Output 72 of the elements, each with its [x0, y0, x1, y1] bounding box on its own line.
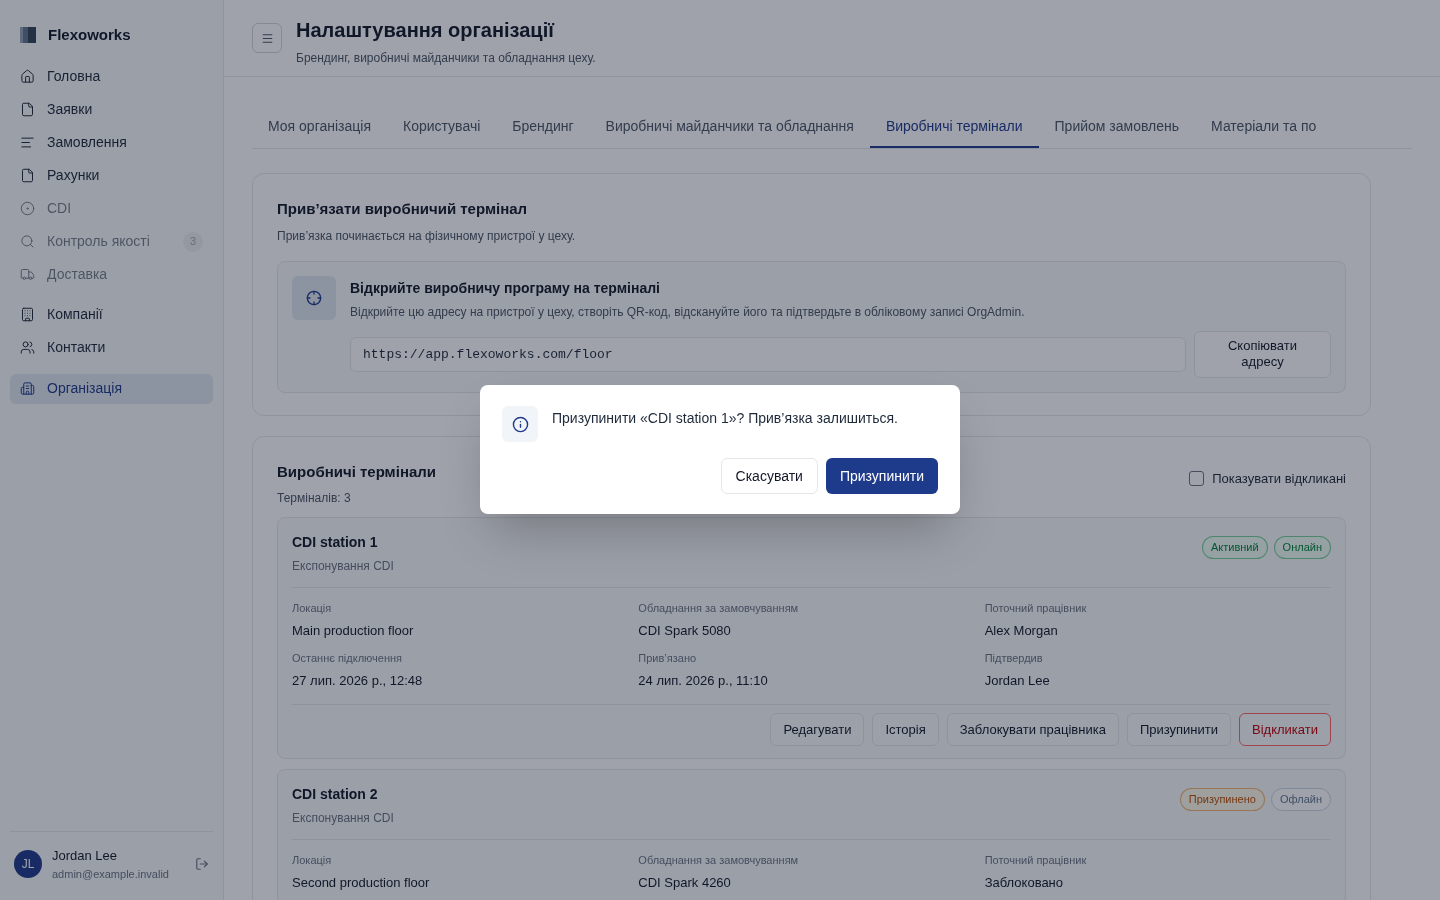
- terminal-type: Експонування CDI: [292, 558, 394, 575]
- url-field[interactable]: https://app.flexoworks.com/floor: [350, 336, 1186, 372]
- section-title: Прив’язати виробничий термінал: [277, 199, 529, 219]
- target-icon: [292, 275, 336, 320]
- field-value: CDI Spark 4260: [638, 873, 732, 892]
- dialog-button[interactable]: Скасувати: [720, 458, 818, 494]
- logo-icon: [20, 27, 36, 44]
- field-value: Second production floor: [292, 873, 431, 892]
- field-label: Обладнання за замовчуванням: [638, 601, 800, 616]
- terminal-count: Терміналів: 3: [277, 490, 352, 507]
- user-avatar: JL: [14, 850, 42, 878]
- brand-name: Flexoworks: [48, 25, 131, 45]
- field-value: Jordan Lee: [984, 671, 1051, 690]
- field-value: 27 лип. 2026 р., 12:48: [292, 671, 424, 690]
- dialog-message: Призупинити «CDI station 1»? Прив’язка залишиться.: [552, 409, 898, 428]
- field-label: Обладнання за замовчуванням: [638, 853, 800, 868]
- field-label: Підтвердив: [984, 651, 1044, 666]
- logout-icon[interactable]: [195, 857, 209, 871]
- document-icon: [20, 102, 35, 117]
- page-title: Налаштування організації: [296, 18, 556, 43]
- field-label: Поточний працівник: [984, 853, 1088, 868]
- status-badge: Активний: [1201, 536, 1268, 559]
- sidebar-item[interactable]: Організація: [10, 373, 213, 404]
- field-label: Останнє підключення: [292, 651, 404, 666]
- tab[interactable]: Виробничі майданчики та обладнання: [589, 107, 870, 148]
- tab[interactable]: Користувачі: [387, 107, 497, 148]
- section-subtitle: Прив’язка починається на фізичному пристрої у цеху.: [277, 227, 577, 245]
- instruction-text: Відкрийте цю адресу на пристрої у цеху, створіть QR-код, відскануйте його та підтвердьте в обліковому записі OrgAdmin.: [350, 303, 1026, 321]
- menu-button[interactable]: [252, 23, 282, 53]
- tab[interactable]: Брендинг: [496, 107, 590, 148]
- field-value: CDI Spark 5080: [638, 621, 732, 640]
- terminal-name: CDI station 2: [292, 785, 379, 804]
- sidebar-item[interactable]: Замовлення: [10, 128, 213, 157]
- lines-icon: [20, 135, 35, 150]
- field-label: Поточний працівник: [984, 601, 1088, 616]
- field-value: 24 лип. 2026 р., 11:10: [638, 671, 769, 690]
- building-icon: [20, 381, 35, 396]
- home-icon: [20, 69, 35, 84]
- user-name: Jordan Lee: [52, 847, 119, 865]
- status-badge: Онлайн: [1273, 536, 1331, 559]
- checkbox[interactable]: [1189, 470, 1205, 486]
- tab[interactable]: Виробничі термінали: [869, 107, 1039, 148]
- dialog-button[interactable]: Призупинити: [825, 458, 938, 494]
- status-badge: Призупинено: [1179, 788, 1265, 811]
- user-email: admin@example.invalid: [52, 866, 170, 882]
- tab[interactable]: Моя організація: [252, 107, 387, 148]
- page-subtitle: Брендинг, виробничі майданчики та обладнання цеху.: [296, 50, 596, 67]
- info-icon: [502, 406, 538, 442]
- tab[interactable]: Прийом замовлень: [1038, 107, 1196, 148]
- sidebar-item[interactable]: Компанії: [10, 300, 213, 329]
- section-title: Виробничі термінали: [277, 461, 437, 482]
- sidebar-item[interactable]: Контакти: [10, 333, 213, 362]
- field-value: Main production floor: [292, 621, 415, 640]
- menu-icon: [260, 31, 274, 45]
- field-label: Прив’язано: [638, 651, 698, 666]
- sidebar-item[interactable]: Головна: [10, 62, 213, 91]
- field-value: Alex Morgan: [984, 621, 1059, 640]
- checkbox-label: Показувати відкликані: [1212, 469, 1346, 488]
- sidebar-item[interactable]: Рахунки: [10, 161, 213, 190]
- document-icon: [20, 168, 35, 183]
- building-icon: [20, 307, 35, 322]
- instruction-title: Відкрийте виробничу програму на терміналі: [350, 278, 661, 298]
- copy-button[interactable]: Скопіювати адресу: [1194, 330, 1331, 378]
- sidebar-item[interactable]: Заявки: [10, 95, 213, 124]
- status-badge: Офлайн: [1270, 788, 1331, 811]
- tab[interactable]: Матеріали та по: [1195, 107, 1333, 148]
- field-label: Локація: [292, 853, 333, 868]
- field-label: Локація: [292, 601, 333, 616]
- users-icon: [20, 340, 35, 355]
- field-value: Заблоковано: [984, 873, 1065, 892]
- terminal-type: Експонування CDI: [292, 810, 394, 827]
- terminal-name: CDI station 1: [292, 533, 379, 552]
